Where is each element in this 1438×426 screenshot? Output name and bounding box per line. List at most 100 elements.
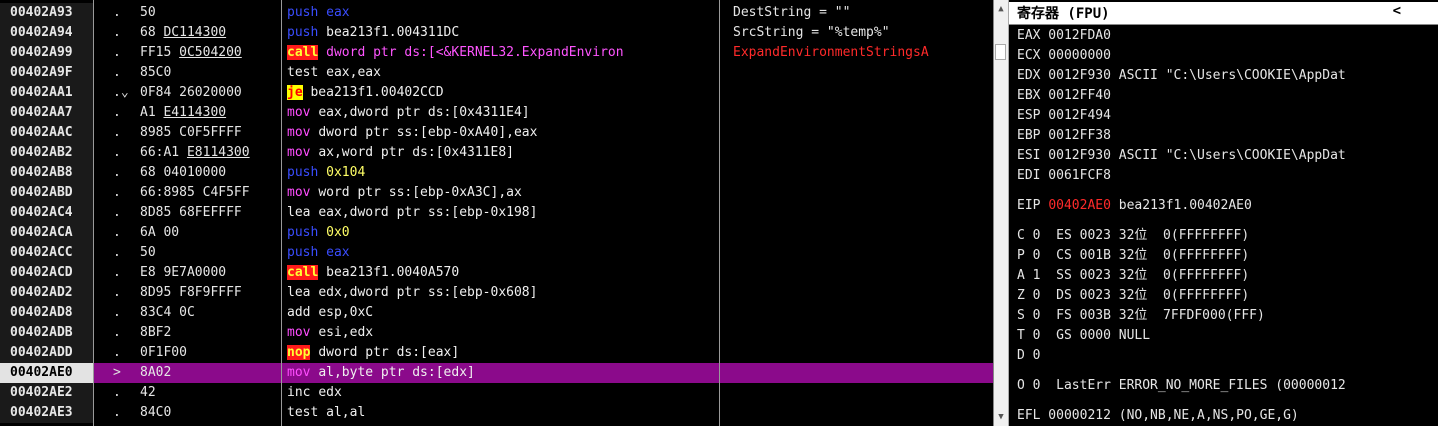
hex-bytes-cell[interactable]: 8D85 68FEFFFF — [140, 203, 280, 223]
hex-bytes-cell[interactable]: 83C4 0C — [140, 303, 280, 323]
comment-cell[interactable]: SrcString = "%temp%" — [733, 23, 988, 43]
address-cell[interactable]: 00402AAC — [0, 123, 93, 143]
efl-line[interactable]: EFL 00000212 (NO,NB,NE,A,NS,PO,GE,G) — [1017, 406, 1299, 426]
instruction-cell[interactable]: je bea213f1.00402CCD — [287, 83, 719, 103]
address-cell[interactable]: 00402AD2 — [0, 283, 93, 303]
register-line[interactable]: EAX 0012FDA0 — [1017, 26, 1111, 46]
flag-segment-line[interactable]: C 0 ES 0023 32位 0(FFFFFFFF) — [1017, 226, 1249, 246]
hex-bytes-cell[interactable]: 66:8985 C4F5FF — [140, 183, 280, 203]
disasm-row[interactable]: 00402A94. 68 DC114300 push bea213f1.004311… — [0, 23, 993, 43]
registers-header[interactable]: 寄存器 (FPU) < — [1009, 2, 1438, 25]
instruction-cell[interactable]: mov al,byte ptr ds:[edx] — [287, 363, 719, 383]
hex-bytes-cell[interactable]: 8A02 — [140, 363, 280, 383]
hex-bytes-cell[interactable]: 8BF2 — [140, 323, 280, 343]
disasm-row[interactable]: 00402AD8. 83C4 0C add esp,0xC — [0, 303, 993, 323]
register-eip[interactable]: EIP 00402AE0 bea213f1.00402AE0 — [1017, 196, 1252, 216]
disasm-row[interactable]: 00402AD2. 8D95 F8F9FFFF lea edx,dword ptr … — [0, 283, 993, 303]
address-cell[interactable]: 00402AA7 — [0, 103, 93, 123]
collapse-arrow-icon[interactable]: < — [1393, 3, 1401, 19]
register-line[interactable]: ECX 00000000 — [1017, 46, 1111, 66]
disasm-row[interactable]: 00402ACA. 6A 00 push 0x0 — [0, 223, 993, 243]
disasm-row[interactable]: 00402ABD. 66:8985 C4F5FF mov word ptr ss:[… — [0, 183, 993, 203]
instruction-cell[interactable]: mov dword ptr ss:[ebp-0xA40],eax — [287, 123, 719, 143]
address-cell[interactable]: 00402A99 — [0, 43, 93, 63]
hex-bytes-cell[interactable]: 68 DC114300 — [140, 23, 280, 43]
disasm-row[interactable]: 00402AB2. 66:A1 E8114300 mov ax,word ptr d… — [0, 143, 993, 163]
comment-cell[interactable]: DestString = "" — [733, 3, 988, 23]
disasm-row[interactable]: 00402AE2. 42 inc edx — [0, 383, 993, 403]
hex-bytes-cell[interactable]: A1 E4114300 — [140, 103, 280, 123]
instruction-cell[interactable]: mov esi,edx — [287, 323, 719, 343]
address-cell[interactable]: 00402AE3 — [0, 403, 93, 423]
instruction-cell[interactable]: mov word ptr ss:[ebp-0xA3C],ax — [287, 183, 719, 203]
address-cell[interactable]: 00402ADD — [0, 343, 93, 363]
comment-cell[interactable]: ExpandEnvironmentStringsA — [733, 43, 988, 63]
hex-bytes-cell[interactable]: 0F84 26020000 — [140, 83, 280, 103]
disasm-row[interactable]: 00402AC4. 8D85 68FEFFFF lea eax,dword ptr … — [0, 203, 993, 223]
address-cell[interactable]: 00402ACA — [0, 223, 93, 243]
instruction-cell[interactable]: call dword ptr ds:[<&KERNEL32.ExpandEnvi… — [287, 43, 719, 63]
flag-segment-line[interactable]: A 1 SS 0023 32位 0(FFFFFFFF) — [1017, 266, 1249, 286]
disassembly-pane[interactable]: 00402A93. 50 push eax DestString = "" 00402A… — [0, 0, 994, 426]
disasm-row[interactable]: 00402AE0 >8A02 mov al,byte ptr ds:[edx] — [0, 363, 993, 383]
address-cell[interactable]: 00402ADB — [0, 323, 93, 343]
register-line[interactable]: EBX 0012FF40 — [1017, 86, 1111, 106]
instruction-cell[interactable]: nop dword ptr ds:[eax] — [287, 343, 719, 363]
instruction-cell[interactable]: lea eax,dword ptr ss:[ebp-0x198] — [287, 203, 719, 223]
instruction-cell[interactable]: test eax,eax — [287, 63, 719, 83]
disasm-row[interactable]: 00402AA7. A1 E4114300 mov eax,dword ptr ds… — [0, 103, 993, 123]
register-line[interactable]: EDI 0061FCF8 — [1017, 166, 1111, 186]
instruction-cell[interactable]: push eax — [287, 243, 719, 263]
disassembly-scrollbar[interactable]: ▲ ▼ — [993, 0, 1008, 426]
address-cell[interactable]: 00402ABD — [0, 183, 93, 203]
address-cell[interactable]: 00402AC4 — [0, 203, 93, 223]
address-cell[interactable]: 00402AA1 — [0, 83, 93, 103]
register-line[interactable]: ESP 0012F494 — [1017, 106, 1111, 126]
register-line[interactable]: EDX 0012F930 ASCII "C:\Users\COOKIE\AppD… — [1017, 66, 1346, 86]
address-cell[interactable]: 00402A9F — [0, 63, 93, 83]
hex-bytes-cell[interactable]: 8985 C0F5FFFF — [140, 123, 280, 143]
disasm-row[interactable]: 00402A93. 50 push eax DestString = "" — [0, 3, 993, 23]
hex-bytes-cell[interactable]: 84C0 — [140, 403, 280, 423]
scroll-thumb[interactable] — [995, 44, 1006, 60]
address-cell[interactable]: 00402A93 — [0, 3, 93, 23]
instruction-cell[interactable]: push 0x0 — [287, 223, 719, 243]
hex-bytes-cell[interactable]: 0F1F00 — [140, 343, 280, 363]
instruction-cell[interactable]: add esp,0xC — [287, 303, 719, 323]
disasm-row[interactable]: 00402AB8. 68 04010000 push 0x104 — [0, 163, 993, 183]
register-line[interactable]: ESI 0012F930 ASCII "C:\Users\COOKIE\AppD… — [1017, 146, 1346, 166]
hex-bytes-cell[interactable]: 50 — [140, 3, 280, 23]
flag-segment-line[interactable]: T 0 GS 0000 NULL — [1017, 326, 1150, 346]
registers-pane[interactable]: 寄存器 (FPU) < EAX 0012FDA0 ECX 00000000 EDX … — [1008, 0, 1438, 426]
register-line[interactable]: EBP 0012FF38 — [1017, 126, 1111, 146]
address-cell[interactable]: 00402A94 — [0, 23, 93, 43]
flag-segment-line[interactable]: S 0 FS 003B 32位 7FFDF000(FFF) — [1017, 306, 1265, 326]
disasm-row[interactable]: 00402AAC. 8985 C0F5FFFF mov dword ptr ss:[… — [0, 123, 993, 143]
address-cell[interactable]: 00402AE2 — [0, 383, 93, 403]
instruction-cell[interactable]: call bea213f1.0040A570 — [287, 263, 719, 283]
hex-bytes-cell[interactable]: 42 — [140, 383, 280, 403]
hex-bytes-cell[interactable]: 68 04010000 — [140, 163, 280, 183]
instruction-cell[interactable]: test al,al — [287, 403, 719, 423]
scroll-up-arrow-icon[interactable]: ▲ — [994, 2, 1008, 16]
address-cell[interactable]: 00402AB8 — [0, 163, 93, 183]
address-cell[interactable]: 00402ACD — [0, 263, 93, 283]
instruction-cell[interactable]: mov eax,dword ptr ds:[0x4311E4] — [287, 103, 719, 123]
address-cell[interactable]: 00402AD8 — [0, 303, 93, 323]
disasm-row[interactable]: 00402ADD. 0F1F00 nop dword ptr ds:[eax] — [0, 343, 993, 363]
flag-segment-line[interactable]: Z 0 DS 0023 32位 0(FFFFFFFF) — [1017, 286, 1249, 306]
disasm-row[interactable]: 00402A9F. 85C0 test eax,eax — [0, 63, 993, 83]
hex-bytes-cell[interactable]: E8 9E7A0000 — [140, 263, 280, 283]
instruction-cell[interactable]: push bea213f1.004311DC — [287, 23, 719, 43]
hex-bytes-cell[interactable]: 85C0 — [140, 63, 280, 83]
instruction-cell[interactable]: lea edx,dword ptr ss:[ebp-0x608] — [287, 283, 719, 303]
hex-bytes-cell[interactable]: 8D95 F8F9FFFF — [140, 283, 280, 303]
hex-bytes-cell[interactable]: 50 — [140, 243, 280, 263]
flag-segment-line[interactable]: D 0 — [1017, 346, 1040, 366]
disasm-row[interactable]: 00402A99. FF15 0C504200 call dword ptr ds:… — [0, 43, 993, 63]
instruction-cell[interactable]: inc edx — [287, 383, 719, 403]
address-cell[interactable]: 00402AB2 — [0, 143, 93, 163]
instruction-cell[interactable]: mov ax,word ptr ds:[0x4311E8] — [287, 143, 719, 163]
disasm-row[interactable]: 00402ACC. 50 push eax — [0, 243, 993, 263]
scroll-down-arrow-icon[interactable]: ▼ — [994, 410, 1008, 424]
